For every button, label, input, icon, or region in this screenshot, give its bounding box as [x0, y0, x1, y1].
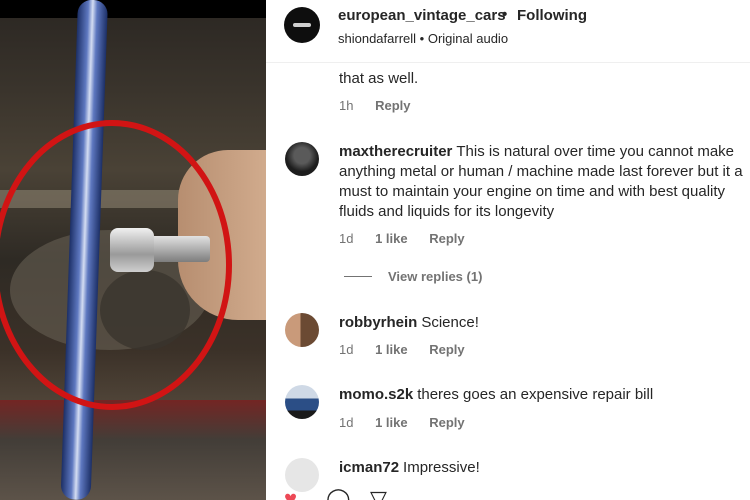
action-bar: ♥ ◯ ▽	[284, 488, 484, 500]
heart-icon[interactable]: ♥	[284, 488, 297, 500]
comment-time: 1d	[339, 415, 354, 430]
avatar[interactable]	[285, 142, 319, 176]
comment-meta: 1d 1 like Reply	[339, 342, 465, 357]
comment-username[interactable]: robbyrhein	[339, 314, 417, 331]
reply-button[interactable]: Reply	[429, 231, 464, 246]
reply-button[interactable]: Reply	[375, 98, 410, 113]
red-annotation-circle	[0, 120, 232, 410]
comment-username[interactable]: icman72	[339, 459, 399, 476]
logo-mark	[293, 23, 311, 27]
separator-dot: •	[502, 6, 508, 23]
comment-meta: 1d 1 like Reply	[339, 415, 465, 430]
post-header: european_vintage_cars • Following shiond…	[266, 0, 750, 63]
following-button[interactable]: Following	[517, 7, 587, 24]
reply-button[interactable]: Reply	[429, 342, 464, 357]
likes-count[interactable]: 1 like	[375, 231, 408, 246]
comment-icon[interactable]: ◯	[326, 488, 351, 500]
post-username[interactable]: european_vintage_cars	[338, 7, 506, 24]
video-player[interactable]	[0, 0, 266, 500]
video-top-bar	[0, 0, 266, 18]
view-replies-divider	[344, 276, 372, 277]
view-replies-button[interactable]: View replies (1)	[388, 269, 482, 284]
comment-body: Impressive!	[403, 459, 480, 476]
audio-user[interactable]: shiondafarrell	[338, 31, 416, 46]
comment-text-partial: that as well.	[339, 70, 419, 87]
comment-body: theres goes an expensive repair bill	[417, 386, 654, 403]
comment-text: momo.s2k theres goes an expensive repair …	[339, 385, 750, 405]
comment-text: maxtherecruiter This is natural over time…	[339, 142, 750, 222]
comments-panel: that as well. 1h Reply maxtherecruiter Th…	[266, 0, 750, 500]
comment-username[interactable]: momo.s2k	[339, 386, 413, 403]
avatar[interactable]	[285, 385, 319, 419]
likes-count[interactable]: 1 like	[375, 342, 408, 357]
avatar[interactable]	[285, 313, 319, 347]
likes-count[interactable]: 1 like	[375, 415, 408, 430]
comment-time: 1d	[339, 342, 354, 357]
comment-meta: 1h Reply	[339, 98, 411, 113]
comment-text: icman72 Impressive!	[339, 458, 750, 478]
avatar[interactable]	[284, 7, 320, 43]
comment-time: 1h	[339, 98, 354, 113]
audio-label[interactable]: Original audio	[428, 31, 508, 46]
video-floor	[0, 400, 266, 500]
reply-button[interactable]: Reply	[429, 415, 464, 430]
comment-meta: 1d 1 like Reply	[339, 231, 465, 246]
comment-username[interactable]: maxtherecruiter	[339, 143, 452, 160]
audio-info: shiondafarrell • Original audio	[338, 31, 509, 46]
share-icon[interactable]: ▽	[370, 488, 387, 500]
comment-text: robbyrhein Science!	[339, 313, 750, 333]
comment-time: 1d	[339, 231, 354, 246]
comment-body: Science!	[421, 314, 479, 331]
